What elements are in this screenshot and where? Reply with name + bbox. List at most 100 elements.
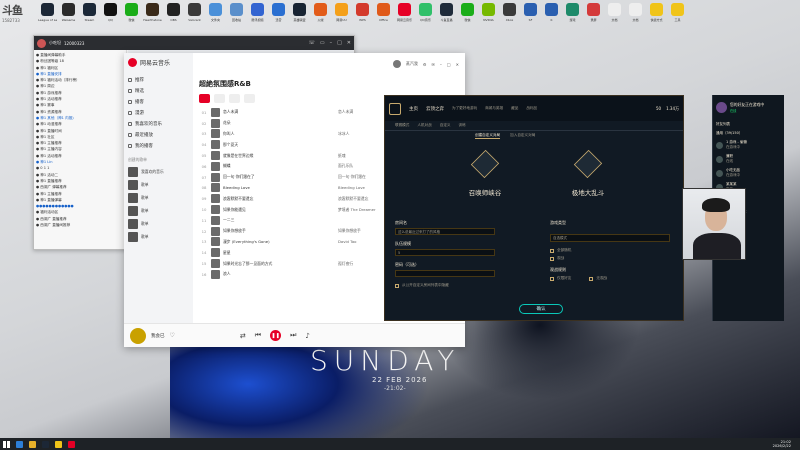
confirm-button[interactable]: 确认: [519, 304, 563, 314]
desktop-icon[interactable]: 微信: [122, 0, 141, 30]
chat-list-item[interactable]: ● 西湖广 直播间推荐: [36, 222, 124, 228]
play-all-button[interactable]: [199, 94, 210, 103]
desktop-icon[interactable]: QQ: [101, 0, 120, 30]
desktop-icon[interactable]: 迅雷: [269, 0, 288, 30]
download-button[interactable]: [229, 94, 240, 103]
desktop-icon[interactable]: Xbox: [500, 0, 519, 30]
tab-2[interactable]: 自定义: [440, 123, 451, 128]
password-input[interactable]: [395, 270, 495, 277]
desktop-icon[interactable]: Steam: [80, 0, 99, 30]
music-nav-item[interactable]: 最近播放: [128, 132, 189, 138]
now-playing-title[interactable]: 我会已: [151, 333, 165, 339]
subtab-create[interactable]: 创建自定义对局: [475, 133, 501, 139]
music-nav-item[interactable]: 漫游: [128, 110, 189, 116]
playlist-item[interactable]: 歌单: [128, 206, 189, 216]
desktop-icon[interactable]: 快捷方式: [647, 0, 666, 30]
desktop-icon[interactable]: 英雄联盟: [290, 0, 309, 30]
friend-row[interactable]: 兼职 在线: [713, 152, 784, 166]
more-button[interactable]: [244, 94, 255, 103]
mode-summoners-rift[interactable]: 召唤师峡谷: [455, 149, 515, 197]
maximize-icon[interactable]: □: [447, 62, 451, 67]
spectate-friends[interactable]: 仅限好友: [550, 276, 571, 281]
desktop-icon[interactable]: Valorant: [185, 0, 204, 30]
nav-home[interactable]: 主页: [409, 106, 418, 112]
playlist-item[interactable]: 我喜欢的音乐: [128, 167, 189, 177]
nav-more-1[interactable]: 商城与英雄: [485, 106, 503, 111]
playlist-item[interactable]: 歌单: [128, 232, 189, 242]
radio-box[interactable]: [550, 276, 554, 281]
desktop-icon[interactable]: 火绒: [311, 0, 330, 30]
friend-row[interactable]: 小吃无敌 在游戏中: [713, 166, 784, 180]
radio-box[interactable]: [550, 256, 554, 261]
user-name[interactable]: 蒸汽我: [406, 61, 418, 67]
close-icon[interactable]: ✕: [347, 40, 351, 46]
music-nav-item[interactable]: 我的播客: [128, 143, 189, 149]
radio-box[interactable]: [550, 248, 554, 253]
radio-box[interactable]: [589, 276, 594, 281]
close-icon[interactable]: ✕: [456, 62, 459, 67]
game-type-select[interactable]: 自选模式: [550, 234, 670, 242]
desktop-icon[interactable]: 斗鱼直播: [437, 0, 456, 30]
shuffle-icon[interactable]: ⇄: [240, 332, 246, 340]
desktop-icon[interactable]: 腾讯视频: [248, 0, 267, 30]
nav-more-0[interactable]: 为了更好地游玩: [452, 106, 477, 111]
lol-client[interactable]: 主页 云顶之弈 为了更好地游玩 商城与英雄 藏品 战利品 50 1.34万 联赛…: [384, 95, 684, 321]
desktop-icon[interactable]: 文档: [605, 0, 624, 30]
settings-icon[interactable]: ⚙: [423, 62, 427, 67]
playlist-item[interactable]: 歌单: [128, 180, 189, 190]
desktop-icon[interactable]: 工具: [668, 0, 687, 30]
option-random[interactable]: 全部随机: [550, 248, 670, 253]
collect-button[interactable]: [214, 94, 225, 103]
windows-start-icon[interactable]: [3, 440, 10, 448]
chat-list[interactable]: ● 直播间弹幕助手 ● 粉丝团等级 18 ● 神1 福利区 ● 神1 直播安排 ● 神1…: [34, 50, 127, 250]
chat-titlebar[interactable]: 小吃坦 12000323 ☏ ▭ – □ ✕: [34, 36, 354, 50]
user-avatar[interactable]: [392, 60, 401, 68]
desktop-icon[interactable]: 微信: [458, 0, 477, 30]
desktop-icon[interactable]: Office: [374, 0, 393, 30]
desktop-icon[interactable]: 文件夹: [206, 0, 225, 30]
desktop-icon[interactable]: Hearthstone: [143, 0, 162, 30]
lol-taskbar-icon[interactable]: [42, 440, 49, 448]
desktop-icon[interactable]: OBS: [164, 0, 183, 30]
team-size-select[interactable]: 5: [395, 249, 495, 256]
tab-1[interactable]: 人机对战: [417, 123, 431, 128]
mode-aram[interactable]: 极地大乱斗: [558, 149, 618, 197]
edge-icon[interactable]: [16, 440, 23, 448]
like-icon[interactable]: ♡: [170, 332, 175, 339]
system-clock[interactable]: 21:02 2026/2/22: [773, 440, 797, 448]
minimize-icon[interactable]: –: [440, 62, 442, 67]
friends-group[interactable]: 通用（39/150）: [713, 129, 784, 138]
lol-logo-icon[interactable]: [389, 102, 401, 115]
nav-more-2[interactable]: 藏品: [511, 106, 518, 111]
phone-icon[interactable]: ☏: [309, 40, 315, 46]
desktop-icon[interactable]: 录屏: [584, 0, 603, 30]
desktop-icon[interactable]: 文档: [626, 0, 645, 30]
desktop-icon[interactable]: QQ音乐: [416, 0, 435, 30]
music-nav-item[interactable]: 精选: [128, 88, 189, 94]
tab-3[interactable]: 训练: [459, 123, 466, 128]
room-name-input[interactable]: 这么说最近过来打了的风格: [395, 228, 495, 235]
maximize-icon[interactable]: □: [337, 40, 342, 46]
nav-more-3[interactable]: 战利品: [526, 106, 537, 111]
lyrics-icon[interactable]: ♪: [305, 332, 309, 340]
self-profile[interactable]: 您的好友正在游戏中 在线: [713, 95, 784, 120]
mail-icon[interactable]: ✉: [432, 62, 435, 67]
spectate-none[interactable]: 无观战: [589, 276, 607, 281]
desktop-icon[interactable]: 网易UU: [332, 0, 351, 30]
prev-icon[interactable]: ⏮: [255, 331, 261, 340]
checkbox-box[interactable]: [395, 283, 399, 288]
desktop-icon[interactable]: WPS: [353, 0, 372, 30]
subtab-join[interactable]: 加入自定义对局: [510, 133, 535, 139]
desktop-icon[interactable]: WeGame: [59, 0, 78, 30]
minimize-icon[interactable]: –: [330, 40, 333, 46]
obs-taskbar-icon[interactable]: [55, 440, 62, 448]
music-nav-item[interactable]: 我喜欢的音乐: [128, 121, 189, 127]
desktop-icon[interactable]: K: [542, 0, 561, 30]
desktop-icon[interactable]: 回收站: [227, 0, 246, 30]
music-nav-item[interactable]: 播客: [128, 99, 189, 105]
next-icon[interactable]: ⏭: [290, 331, 296, 340]
folder-icon[interactable]: [29, 440, 36, 448]
netease-taskbar-icon[interactable]: [68, 440, 75, 448]
desktop-icon[interactable]: 游戏: [563, 0, 582, 30]
desktop-icon[interactable]: League of Legends: [38, 0, 57, 30]
